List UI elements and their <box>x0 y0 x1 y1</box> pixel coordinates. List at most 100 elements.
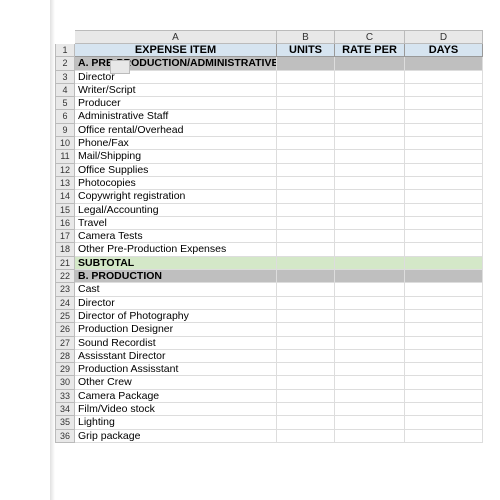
cell-rate-per[interactable] <box>335 363 405 376</box>
cell-days[interactable] <box>405 350 483 363</box>
cell-units[interactable] <box>277 390 335 403</box>
row-header[interactable]: 3 <box>55 71 75 84</box>
cell-expense-item[interactable]: Mail/Shipping <box>75 150 277 163</box>
cell-units[interactable] <box>277 177 335 190</box>
cell-rate-per[interactable] <box>335 350 405 363</box>
cell-rate-per[interactable] <box>335 124 405 137</box>
cell-expense-item[interactable]: Grip package <box>75 430 277 443</box>
cell-days[interactable] <box>405 57 483 70</box>
cell-rate-per[interactable] <box>335 416 405 429</box>
cell-days[interactable] <box>405 390 483 403</box>
cell-units[interactable] <box>277 283 335 296</box>
cell-days[interactable] <box>405 416 483 429</box>
cell-rate-per[interactable] <box>335 164 405 177</box>
cell-units[interactable] <box>277 164 335 177</box>
cell-units[interactable] <box>277 217 335 230</box>
cell-units[interactable] <box>277 243 335 256</box>
row-header[interactable]: 11 <box>55 150 75 163</box>
row-header[interactable]: 4 <box>55 84 75 97</box>
cell-days[interactable] <box>405 323 483 336</box>
cell-rate-per[interactable] <box>335 310 405 323</box>
cell-rate-per[interactable] <box>335 137 405 150</box>
cell-rate-per[interactable] <box>335 217 405 230</box>
column-header-a[interactable]: A <box>75 30 277 44</box>
cell-rate-per[interactable] <box>335 97 405 110</box>
cell-days[interactable] <box>405 337 483 350</box>
cell-expense-item[interactable]: EXPENSE ITEM <box>75 44 277 57</box>
cell-expense-item[interactable]: Camera Tests <box>75 230 277 243</box>
cell-rate-per[interactable] <box>335 230 405 243</box>
cell-expense-item[interactable]: Cast <box>75 283 277 296</box>
row-header[interactable]: 36 <box>55 430 75 443</box>
row-header[interactable]: 29 <box>55 363 75 376</box>
cell-rate-per[interactable] <box>335 323 405 336</box>
cell-units[interactable] <box>277 97 335 110</box>
cell-units[interactable] <box>277 137 335 150</box>
row-header[interactable]: 14 <box>55 190 75 203</box>
cell-expense-item[interactable]: Travel <box>75 217 277 230</box>
row-header[interactable]: 17 <box>55 230 75 243</box>
cell-units[interactable] <box>277 270 335 283</box>
row-header[interactable]: 27 <box>55 337 75 350</box>
cell-days[interactable] <box>405 430 483 443</box>
cell-units[interactable] <box>277 124 335 137</box>
row-header[interactable]: 33 <box>55 390 75 403</box>
cell-days[interactable] <box>405 257 483 270</box>
cell-rate-per[interactable] <box>335 150 405 163</box>
cell-units[interactable] <box>277 110 335 123</box>
row-header[interactable]: 15 <box>55 204 75 217</box>
cell-expense-item[interactable]: Director of Photography <box>75 310 277 323</box>
row-header[interactable]: 10 <box>55 137 75 150</box>
cell-rate-per[interactable] <box>335 337 405 350</box>
cell-expense-item[interactable]: Producer <box>75 97 277 110</box>
cell-days[interactable] <box>405 190 483 203</box>
row-header[interactable]: 6 <box>55 110 75 123</box>
cell-days[interactable] <box>405 71 483 84</box>
cell-expense-item[interactable]: Other Crew <box>75 376 277 389</box>
cell-units[interactable] <box>277 416 335 429</box>
cell-units[interactable]: UNITS <box>277 44 335 57</box>
cell-rate-per[interactable] <box>335 430 405 443</box>
cell-units[interactable] <box>277 257 335 270</box>
cell-units[interactable] <box>277 363 335 376</box>
cell-expense-item[interactable]: Writer/Script <box>75 84 277 97</box>
row-header[interactable]: 13 <box>55 177 75 190</box>
cell-units[interactable] <box>277 190 335 203</box>
cell-rate-per[interactable] <box>335 243 405 256</box>
cell-expense-item[interactable]: Assisstant Director <box>75 350 277 363</box>
cell-units[interactable] <box>277 297 335 310</box>
cell-expense-item[interactable]: Sound Recordist <box>75 337 277 350</box>
cell-expense-item[interactable]: Film/Video stock <box>75 403 277 416</box>
cell-expense-item[interactable]: SUBTOTAL <box>75 257 277 270</box>
cell-rate-per[interactable] <box>335 390 405 403</box>
row-header[interactable]: 24 <box>55 297 75 310</box>
row-header[interactable]: 30 <box>55 376 75 389</box>
cell-days[interactable] <box>405 137 483 150</box>
cell-rate-per[interactable] <box>335 177 405 190</box>
cell-days[interactable] <box>405 177 483 190</box>
cell-expense-item[interactable]: Other Pre-Production Expenses <box>75 243 277 256</box>
cell-units[interactable] <box>277 57 335 70</box>
cell-units[interactable] <box>277 310 335 323</box>
column-header-d[interactable]: D <box>405 30 483 44</box>
row-header[interactable]: 22 <box>55 270 75 283</box>
column-header-c[interactable]: C <box>335 30 405 44</box>
cell-expense-item[interactable]: Director <box>75 71 277 84</box>
cell-days[interactable] <box>405 204 483 217</box>
cell-days[interactable] <box>405 150 483 163</box>
cell-rate-per[interactable] <box>335 297 405 310</box>
cell-days[interactable] <box>405 124 483 137</box>
row-header[interactable]: 16 <box>55 217 75 230</box>
cell-units[interactable] <box>277 204 335 217</box>
cell-rate-per[interactable] <box>335 376 405 389</box>
cell-rate-per[interactable] <box>335 204 405 217</box>
cell-days[interactable] <box>405 243 483 256</box>
cell-days[interactable] <box>405 230 483 243</box>
cell-days[interactable] <box>405 164 483 177</box>
cell-expense-item[interactable]: Production Designer <box>75 323 277 336</box>
select-all-corner[interactable] <box>110 60 130 74</box>
row-header[interactable]: 25 <box>55 310 75 323</box>
cell-rate-per[interactable] <box>335 283 405 296</box>
cell-expense-item[interactable]: Copywright registration <box>75 190 277 203</box>
cell-expense-item[interactable]: Lighting <box>75 416 277 429</box>
